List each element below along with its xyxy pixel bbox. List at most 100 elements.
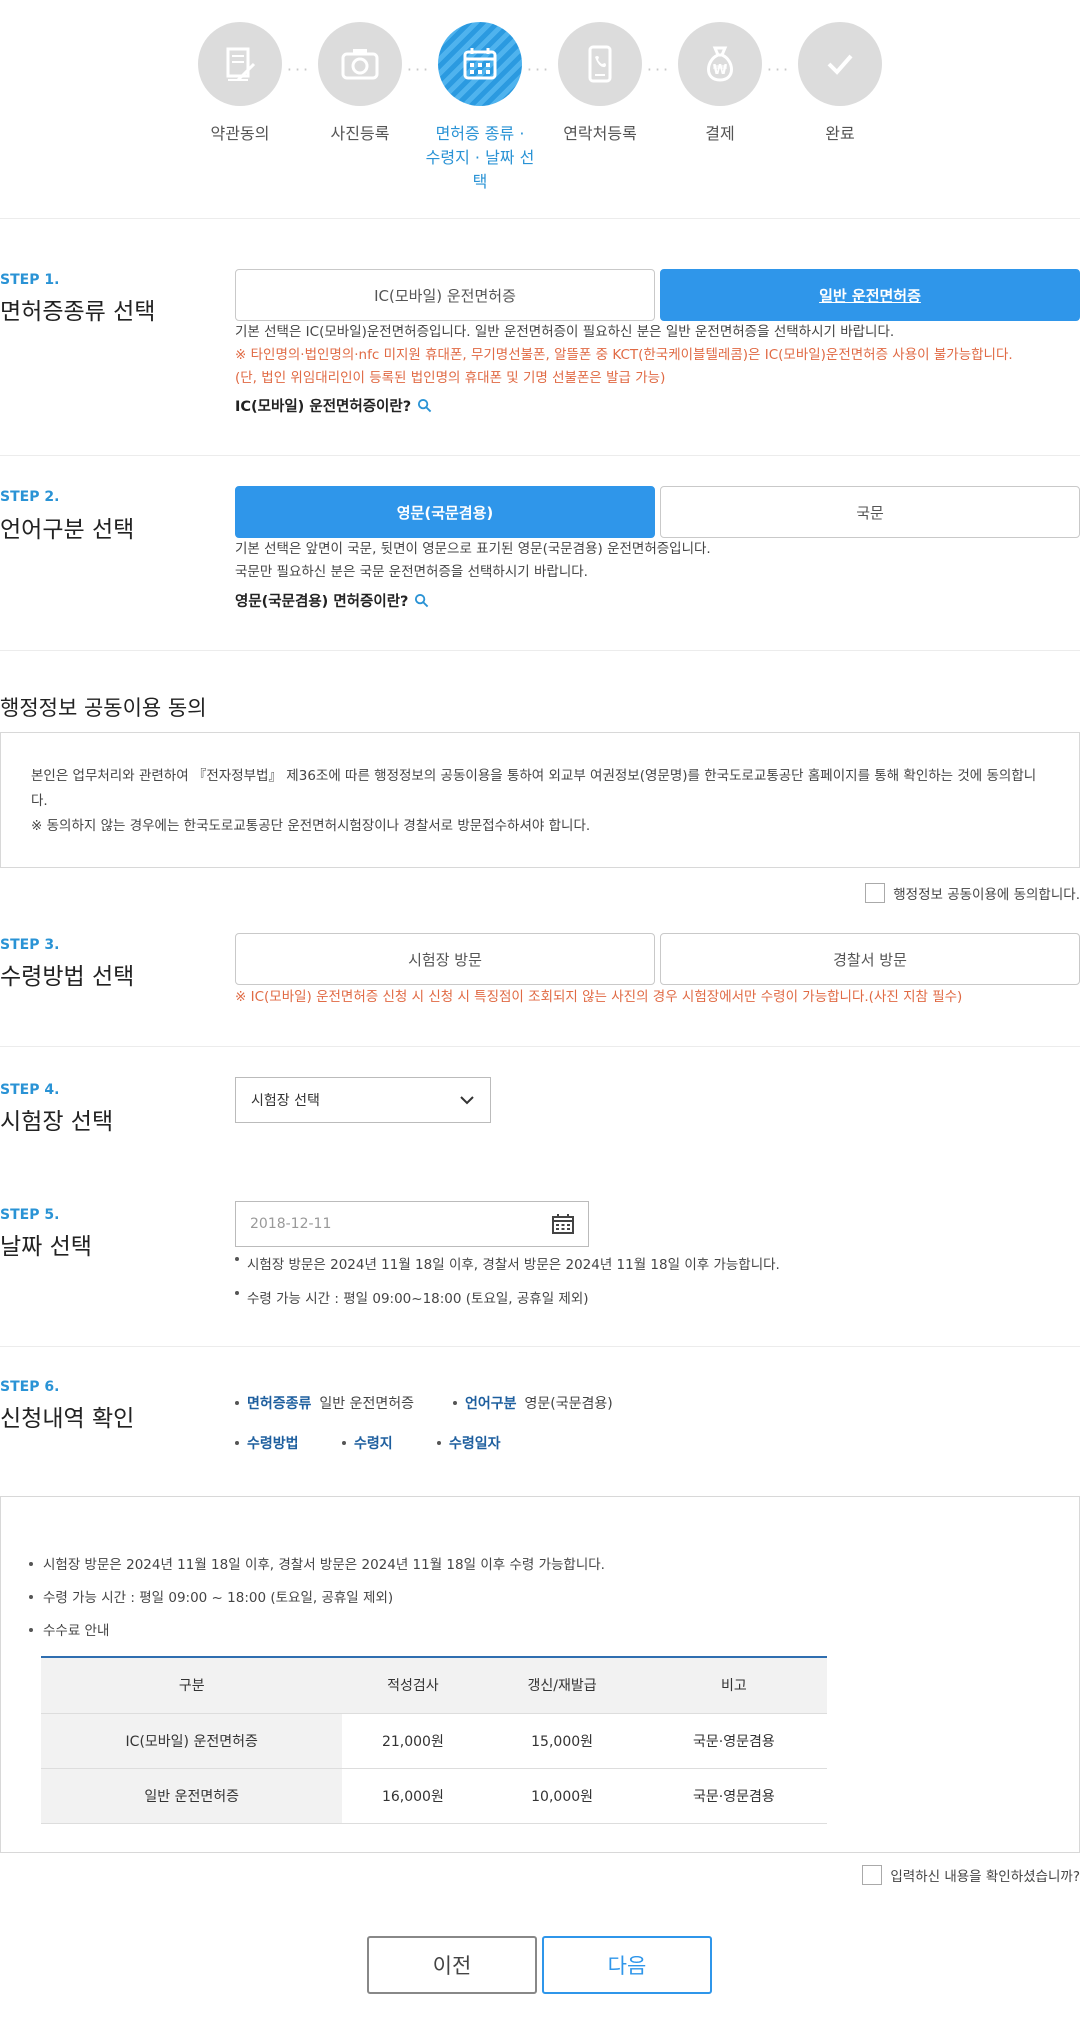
step3-title: 수령방법 선택	[0, 964, 135, 990]
step2-title: 언어구분 선택	[0, 517, 135, 543]
fee-table: 구분 적성검사 갱신/재발급 비고 IC(모바일) 운전면허증 21,000원 …	[41, 1656, 827, 1824]
progress-step-label: 사진등록	[330, 124, 390, 143]
table-header-cell: 갱신/재발급	[483, 1656, 641, 1714]
summary-date: 수령일자	[437, 1433, 509, 1453]
ic-license-option-button[interactable]: IC(모바일) 운전면허증	[235, 269, 655, 321]
divider	[0, 218, 1080, 219]
korean-license-option-button[interactable]: 국문	[660, 486, 1080, 538]
agreement-box: 본인은 업무처리와 관련하여 『전자정부법』 제36조에 따른 행정정보의 공동…	[0, 732, 1080, 868]
summary-label: 수령지	[354, 1436, 393, 1452]
list-item: 시험장 방문은 2024년 11월 18일 이후, 경찰서 방문은 2024년 …	[235, 1248, 780, 1282]
prev-button[interactable]: 이전	[367, 1936, 537, 1994]
exam-center-visit-button[interactable]: 시험장 방문	[235, 933, 655, 985]
step1-number: STEP 1.	[0, 272, 60, 288]
summary-method: 수령방법	[235, 1433, 307, 1453]
step1-title: 면허증종류 선택	[0, 299, 156, 325]
progress-step-license-select: 면허증 종류 · 수령지 · 날짜 선택	[420, 22, 540, 194]
progress-step-label: 연락처등록	[563, 124, 637, 143]
progress-step-photo: 사진등록	[300, 22, 420, 146]
divider	[0, 455, 1080, 456]
fee-info-notes: 시험장 방문은 2024년 11월 18일 이후, 경찰서 방문은 2024년 …	[29, 1553, 605, 1652]
progress-step-label-line2: 수령지 · 날짜 선택	[425, 148, 535, 191]
summary-license-type: 면허증종류 일반 운전면허증	[235, 1393, 414, 1413]
next-button[interactable]: 다음	[542, 1936, 712, 1994]
list-item: 수수료 안내	[29, 1619, 605, 1652]
summary-label: 수령방법	[247, 1436, 299, 1452]
progress-step-contact: 연락처등록	[540, 22, 660, 146]
english-license-help-link[interactable]: 영문(국문겸용) 면허증이란?	[235, 590, 429, 611]
progress-step-label: 결제	[705, 124, 735, 143]
step2-desc-line: 기본 선택은 앞면이 국문, 뒷면이 영문으로 표기된 영문(국문겸용) 운전면…	[235, 541, 711, 557]
general-license-option-label: 일반 운전면허증	[819, 286, 921, 305]
exam-center-select[interactable]: 시험장 선택	[235, 1077, 491, 1123]
table-cell: 10,000원	[483, 1768, 641, 1824]
step1-desc-line: 기본 선택은 IC(모바일)운전면허증입니다. 일반 운전면허증이 필요하신 분…	[235, 324, 895, 340]
summary-place: 수령지	[342, 1433, 401, 1453]
table-cell: 15,000원	[483, 1713, 641, 1769]
list-item: 시험장 방문은 2024년 11월 18일 이후, 경찰서 방문은 2024년 …	[29, 1553, 605, 1586]
date-input[interactable]: 2018-12-11	[235, 1201, 589, 1247]
step2-description: 기본 선택은 앞면이 국문, 뒷면이 영문으로 표기된 영문(국문겸용) 운전면…	[235, 538, 1080, 584]
progress-step-label: 면허증 종류 · 수령지 · 날짜 선택	[420, 122, 540, 194]
summary-value: 영문(국문겸용)	[524, 1396, 613, 1412]
step6-number: STEP 6.	[0, 1379, 60, 1395]
table-row: IC(모바일) 운전면허증 21,000원 15,000원 국문·영문겸용	[41, 1713, 827, 1769]
confirm-checkbox-row[interactable]: 입력하신 내용을 확인하셨습니까?	[862, 1865, 1080, 1885]
step6-title: 신청내역 확인	[0, 1406, 135, 1432]
table-cell: 국문·영문겸용	[640, 1768, 827, 1824]
table-header-cell: 적성검사	[342, 1656, 484, 1714]
divider	[0, 1346, 1080, 1347]
agreement-checkbox-label: 행정정보 공동이용에 동의합니다.	[893, 887, 1080, 903]
step4-number: STEP 4.	[0, 1082, 60, 1098]
won-bag-icon: ₩	[678, 22, 762, 106]
summary-label: 언어구분	[465, 1396, 517, 1412]
progress-step-complete: 완료	[780, 22, 900, 146]
chevron-down-icon	[460, 1096, 474, 1105]
progress-step-label-line1: 면허증 종류 ·	[435, 124, 525, 143]
table-header-row: 구분 적성검사 갱신/재발급 비고	[41, 1656, 827, 1714]
progress-step-label: 완료	[825, 124, 855, 143]
search-icon	[418, 398, 432, 413]
camera-icon	[318, 22, 402, 106]
progress-step-payment: ₩ 결제	[660, 22, 780, 146]
list-item: 수령 가능 시간 : 평일 09:00~18:00 (토요일, 공휴일 제외)	[235, 1282, 780, 1316]
step5-notes: 시험장 방문은 2024년 11월 18일 이후, 경찰서 방문은 2024년 …	[235, 1248, 780, 1316]
step3-number: STEP 3.	[0, 937, 60, 953]
agreement-checkbox-row[interactable]: 행정정보 공동이용에 동의합니다.	[865, 883, 1080, 903]
agreement-title: 행정정보 공동이용 동의	[0, 696, 207, 720]
step5-number: STEP 5.	[0, 1207, 60, 1223]
agreement-note: ※ 동의하지 않는 경우에는 한국도로교통공단 운전면허시험장이나 경찰서로 방…	[31, 818, 591, 834]
police-station-visit-button[interactable]: 경찰서 방문	[660, 933, 1080, 985]
exam-center-select-value: 시험장 선택	[251, 1093, 320, 1109]
english-license-option-button[interactable]: 영문(국문겸용)	[235, 486, 655, 538]
agreement-text: 본인은 업무처리와 관련하여 『전자정부법』 제36조에 따른 행정정보의 공동…	[31, 768, 1037, 809]
step1-description: 기본 선택은 IC(모바일)운전면허증입니다. 일반 운전면허증이 필요하신 분…	[235, 321, 1080, 390]
exam-center-visit-label: 시험장 방문	[408, 950, 482, 969]
phone-icon	[558, 22, 642, 106]
summary-label: 수령일자	[449, 1436, 501, 1452]
confirm-checkbox[interactable]	[862, 1865, 883, 1885]
english-license-help-text: 영문(국문겸용) 면허증이란?	[235, 594, 409, 610]
ic-license-help-link[interactable]: IC(모바일) 운전면허증이란?	[235, 395, 432, 416]
table-header-cell: 구분	[41, 1656, 343, 1714]
general-license-option-button[interactable]: 일반 운전면허증	[660, 269, 1080, 321]
step3-warning: ※ IC(모바일) 운전면허증 신청 시 신청 시 특징점이 조회되지 않는 사…	[235, 989, 963, 1005]
table-cell: 21,000원	[342, 1713, 484, 1769]
table-cell: IC(모바일) 운전면허증	[41, 1713, 343, 1769]
summary-label: 면허증종류	[247, 1396, 312, 1412]
calendar-icon[interactable]	[552, 1214, 574, 1234]
korean-license-option-label: 국문	[856, 503, 884, 522]
agreement-checkbox[interactable]	[865, 883, 886, 903]
progress-step-terms: 약관동의	[180, 22, 300, 146]
step4-title: 시험장 선택	[0, 1109, 114, 1135]
calendar-icon	[438, 22, 522, 106]
step3-description: ※ IC(모바일) 운전면허증 신청 시 신청 시 특징점이 조회되지 않는 사…	[235, 986, 1080, 1009]
table-cell: 일반 운전면허증	[41, 1768, 343, 1824]
search-icon	[415, 593, 429, 608]
document-pen-icon	[198, 22, 282, 106]
table-cell: 국문·영문겸용	[640, 1713, 827, 1769]
table-header-cell: 비고	[640, 1656, 827, 1714]
police-station-visit-label: 경찰서 방문	[833, 950, 907, 969]
step2-desc-line: 국문만 필요하신 분은 국문 운전면허증을 선택하시기 바랍니다.	[235, 564, 588, 580]
progress-steps: 약관동의 ··· 사진등록 ··· 면허증 종류 · 수령지 · 날짜 선택 ·…	[0, 22, 1080, 191]
